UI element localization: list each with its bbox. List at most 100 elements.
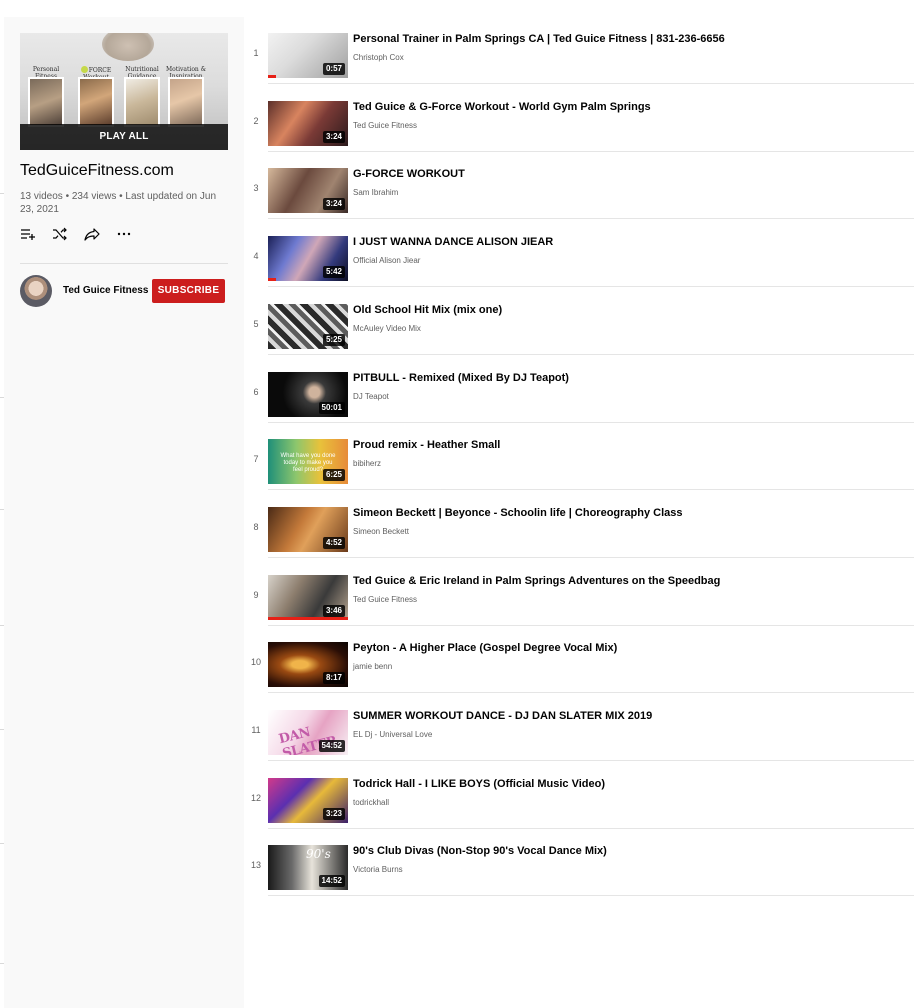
playlist-video-row[interactable]: 11 DAN SLATER 54:52 SUMMER WORKOUT DANCE… bbox=[244, 694, 914, 761]
video-title[interactable]: Old School Hit Mix (mix one) bbox=[353, 304, 502, 316]
video-title[interactable]: SUMMER WORKOUT DANCE - DJ DAN SLATER MIX… bbox=[353, 710, 652, 722]
playlist-stats: 13 videos • 234 views • Last updated on … bbox=[20, 191, 217, 215]
sidebar-divider bbox=[20, 263, 228, 264]
video-thumbnail[interactable]: 8:17 bbox=[268, 642, 348, 688]
watch-progress-bar bbox=[268, 75, 276, 78]
video-thumbnail[interactable]: 5:25 bbox=[268, 303, 348, 349]
hero-photo bbox=[124, 77, 160, 127]
playlist-video-row[interactable]: 8 4:52 Simeon Beckett | Beyonce - School… bbox=[244, 491, 914, 558]
video-title[interactable]: Todrick Hall - I LIKE BOYS (Official Mus… bbox=[353, 778, 605, 790]
video-duration: 6:25 bbox=[322, 469, 345, 482]
playlist-video-list: 1 0:57 Personal Trainer in Palm Springs … bbox=[244, 17, 914, 1008]
video-thumbnail[interactable]: 3:24 bbox=[268, 100, 348, 146]
watch-progress-bar bbox=[268, 616, 348, 620]
video-duration: 54:52 bbox=[318, 740, 345, 752]
playlist-video-row[interactable]: 10 8:17 Peyton - A Higher Place (Gospel … bbox=[244, 626, 914, 694]
video-index: 3 bbox=[253, 183, 259, 194]
video-duration: 3:24 bbox=[322, 130, 345, 143]
video-channel: Christoph Cox bbox=[353, 53, 404, 62]
more-icon bbox=[117, 232, 131, 236]
more-actions-button[interactable] bbox=[116, 226, 132, 242]
playlist-video-row[interactable]: 6 50:01 PITBULL - Remixed (Mixed By DJ T… bbox=[244, 356, 914, 423]
add-to-queue-icon bbox=[21, 229, 35, 240]
video-duration: 5:42 bbox=[322, 266, 345, 279]
video-channel: Ted Guice Fitness bbox=[353, 120, 418, 130]
playlist-sidebar: Personal Fitness Training FORCE Workout … bbox=[4, 17, 244, 1008]
shuffle-button[interactable] bbox=[52, 226, 68, 242]
video-title[interactable]: I JUST WANNA DANCE ALISON JIEAR bbox=[353, 236, 553, 248]
video-thumbnail[interactable]: 50:01 bbox=[268, 371, 348, 417]
video-channel: DJ Teapot bbox=[353, 391, 389, 401]
video-index: 6 bbox=[253, 386, 259, 397]
row-divider bbox=[268, 895, 914, 897]
hero-photo bbox=[78, 77, 114, 127]
playlist-hero-thumbnail[interactable]: Personal Fitness Training FORCE Workout … bbox=[20, 33, 228, 150]
owner-name-link[interactable]: Ted Guice Fitness bbox=[63, 285, 148, 296]
shuffle-icon bbox=[53, 227, 67, 241]
video-index: 7 bbox=[253, 454, 259, 465]
video-index: 12 bbox=[250, 792, 261, 803]
playlist-video-row[interactable]: 13 90's 14:52 90's Club Divas (Non-Stop … bbox=[244, 829, 914, 897]
video-channel: todrickhall bbox=[353, 797, 390, 807]
video-thumbnail[interactable]: 5:42 bbox=[268, 236, 348, 282]
playlist-video-row[interactable]: 3 3:24 G-FORCE WORKOUT Sam Ibrahim bbox=[244, 152, 914, 220]
video-title[interactable]: Ted Guice & G-Force Workout - World Gym … bbox=[353, 101, 651, 113]
playlist-video-row[interactable]: 2 3:24 Ted Guice & G-Force Workout - Wor… bbox=[244, 85, 914, 152]
video-duration: 14:52 bbox=[318, 875, 345, 888]
playlist-video-row[interactable]: 7 What have you done today to make you f… bbox=[244, 423, 914, 491]
video-thumbnail[interactable]: What have you done today to make you fee… bbox=[268, 439, 348, 485]
thumbnail-caption: 90's bbox=[306, 847, 331, 862]
video-title[interactable]: Ted Guice & Eric Ireland in Palm Springs… bbox=[353, 575, 720, 587]
video-title[interactable]: Proud remix - Heather Small bbox=[353, 439, 500, 451]
owner-avatar[interactable] bbox=[20, 275, 52, 307]
playlist-video-row[interactable]: 12 3:23 Todrick Hall - I LIKE BOYS (Offi… bbox=[244, 762, 914, 829]
video-index: 10 bbox=[250, 657, 261, 668]
playlist-video-row[interactable]: 1 0:57 Personal Trainer in Palm Springs … bbox=[244, 17, 914, 84]
video-title[interactable]: PITBULL - Remixed (Mixed By DJ Teapot) bbox=[353, 372, 569, 384]
playlist-video-row[interactable]: 9 3:46 Ted Guice & Eric Ireland in Palm … bbox=[244, 559, 914, 626]
video-title[interactable]: Personal Trainer in Palm Springs CA | Te… bbox=[353, 33, 725, 45]
video-index: 2 bbox=[253, 115, 259, 126]
video-thumbnail[interactable]: 3:24 bbox=[268, 168, 348, 214]
video-title[interactable]: G-FORCE WORKOUT bbox=[353, 168, 465, 180]
share-button[interactable] bbox=[84, 226, 100, 242]
subscribe-button[interactable]: SUBSCRIBE bbox=[152, 279, 225, 303]
video-title[interactable]: 90's Club Divas (Non-Stop 90's Vocal Dan… bbox=[353, 845, 607, 857]
share-icon bbox=[84, 228, 100, 241]
video-thumbnail[interactable]: 0:57 bbox=[268, 33, 348, 78]
video-channel: jamie benn bbox=[353, 662, 393, 672]
playlist-title[interactable]: TedGuiceFitness.com bbox=[20, 162, 174, 180]
video-thumbnail[interactable]: 3:46 bbox=[268, 574, 348, 620]
video-duration: 50:01 bbox=[318, 401, 345, 414]
video-duration: 3:46 bbox=[322, 604, 345, 617]
video-duration: 3:24 bbox=[322, 198, 345, 211]
video-thumbnail[interactable]: DAN SLATER 54:52 bbox=[268, 710, 348, 755]
playlist-video-row[interactable]: 5 5:25 Old School Hit Mix (mix one) McAu… bbox=[244, 288, 914, 355]
play-all-button[interactable]: PLAY ALL bbox=[20, 124, 228, 150]
video-index: 1 bbox=[253, 48, 259, 58]
video-thumbnail[interactable]: 4:52 bbox=[268, 506, 348, 552]
video-channel: Ted Guice Fitness bbox=[353, 594, 418, 604]
video-title[interactable]: Simeon Beckett | Beyonce - Schoolin life… bbox=[353, 507, 683, 519]
playlist-owner: Ted Guice Fitness SUBSCRIBE bbox=[20, 275, 228, 307]
video-thumbnail[interactable]: 3:23 bbox=[268, 777, 348, 823]
video-channel: bibiherz bbox=[353, 459, 382, 469]
video-index: 5 bbox=[253, 318, 259, 329]
playlist-video-row[interactable]: 4 5:42 I JUST WANNA DANCE ALISON JIEAR O… bbox=[244, 220, 914, 288]
video-channel: Official Alison Jiear bbox=[353, 256, 421, 266]
video-duration: 3:23 bbox=[322, 807, 345, 820]
video-title[interactable]: Peyton - A Higher Place (Gospel Degree V… bbox=[353, 642, 617, 654]
video-duration: 5:25 bbox=[322, 333, 345, 346]
watch-progress-bar bbox=[268, 278, 276, 282]
add-to-queue-button[interactable] bbox=[20, 226, 36, 242]
video-channel: Sam Ibrahim bbox=[353, 188, 399, 198]
video-channel: Victoria Burns bbox=[353, 865, 403, 875]
video-channel: EL Dj - Universal Love bbox=[353, 730, 433, 739]
video-thumbnail[interactable]: 90's 14:52 bbox=[268, 845, 348, 891]
video-duration: 4:52 bbox=[322, 536, 345, 549]
hero-photo bbox=[168, 77, 204, 127]
video-index: 13 bbox=[250, 860, 261, 871]
video-index: 9 bbox=[253, 589, 259, 600]
video-index: 8 bbox=[253, 521, 259, 532]
video-duration: 8:17 bbox=[322, 672, 345, 685]
